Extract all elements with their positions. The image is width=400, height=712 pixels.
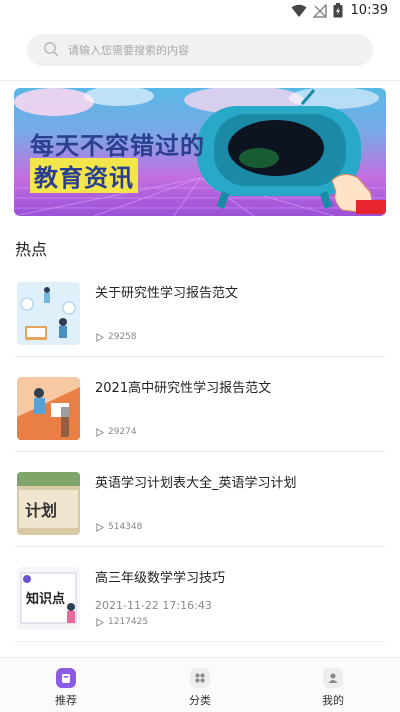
status-time: 10:39	[350, 3, 388, 18]
play-icon	[96, 427, 104, 437]
article-view-count: 514348	[108, 522, 143, 532]
article-thumbnail: 知识点	[17, 567, 80, 630]
banner-headline: 每天不容错过的	[30, 132, 205, 160]
status-icons: 10:39	[291, 3, 388, 18]
article-views: 1217425	[95, 617, 148, 627]
section-title-hot: 热点	[15, 240, 48, 259]
no-signal-icon	[312, 3, 327, 18]
tab-label: 推荐	[55, 694, 77, 707]
tab-category[interactable]: 分类	[160, 668, 240, 708]
article-view-count: 29258	[108, 332, 137, 342]
article-thumbnail: 计划	[17, 472, 80, 535]
banner-subheadline: 教育资讯	[30, 158, 138, 193]
thumbnail-caption: 计划	[25, 501, 57, 520]
article-date: 2021-11-22 17:16:43	[95, 599, 212, 612]
article-thumbnail	[17, 377, 80, 440]
play-icon	[96, 617, 104, 627]
article-views: 29274	[95, 427, 137, 437]
article-item[interactable]: 知识点 高三年级数学学习技巧 2021-11-22 17:16:43 12174…	[15, 547, 385, 642]
article-view-count: 29274	[108, 427, 137, 437]
user-icon	[323, 668, 343, 688]
tab-mine[interactable]: 我的	[293, 668, 373, 708]
battery-icon	[333, 3, 343, 18]
search-area: 请输入您需要搜索的内容	[0, 24, 400, 80]
play-icon	[96, 332, 104, 342]
home-icon	[56, 668, 76, 688]
status-bar: 10:39	[0, 0, 400, 24]
search-input[interactable]: 请输入您需要搜索的内容	[27, 34, 373, 66]
article-title: 英语学习计划表大全_英语学习计划	[95, 476, 297, 491]
article-title: 2021高中研究性学习报告范文	[95, 381, 272, 396]
wifi-icon	[291, 4, 307, 17]
grid-icon	[190, 668, 210, 688]
article-view-count: 1217425	[108, 617, 149, 627]
play-icon	[96, 522, 104, 532]
header-divider	[0, 80, 400, 81]
tab-label: 分类	[189, 694, 211, 707]
article-thumbnail	[17, 282, 80, 345]
article-title: 高三年级数学学习技巧	[95, 571, 226, 586]
bottom-tab-bar: 推荐 分类 我的	[0, 657, 400, 712]
article-title: 关于研究性学习报告范文	[95, 286, 239, 301]
search-icon	[44, 42, 59, 57]
tab-label: 我的	[322, 694, 344, 707]
article-views: 514348	[95, 522, 142, 532]
search-placeholder: 请输入您需要搜索的内容	[68, 44, 189, 57]
article-item[interactable]: 关于研究性学习报告范文 29258	[15, 262, 385, 357]
article-views: 29258	[95, 332, 137, 342]
thumbnail-caption: 知识点	[26, 591, 65, 607]
article-item[interactable]: 2021高中研究性学习报告范文 29274	[15, 357, 385, 452]
tab-recommend[interactable]: 推荐	[26, 668, 106, 708]
article-item[interactable]: 计划 英语学习计划表大全_英语学习计划 514348	[15, 452, 385, 547]
promo-banner[interactable]: 每天不容错过的 教育资讯	[14, 88, 386, 216]
